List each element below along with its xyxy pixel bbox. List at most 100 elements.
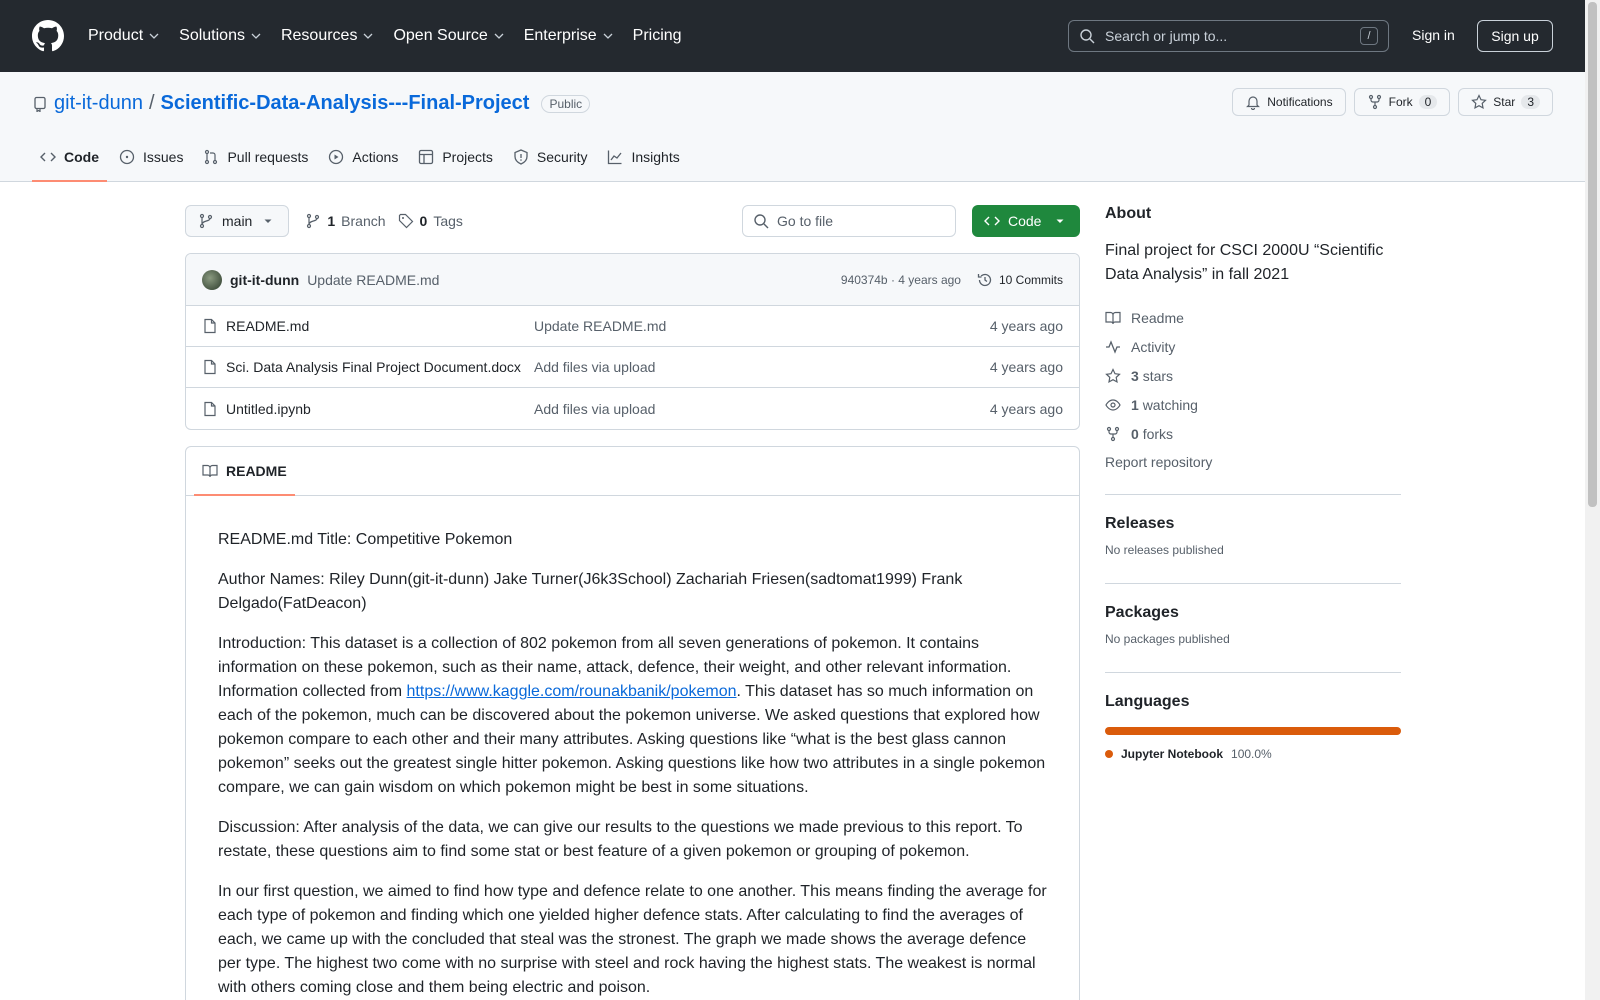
star-count: 3 [1521, 95, 1540, 109]
repo-owner-link[interactable]: git-it-dunn [54, 92, 143, 115]
nav-open-source[interactable]: Open Source [393, 27, 504, 45]
branch-selector[interactable]: main [185, 205, 290, 237]
play-circle-icon [329, 149, 344, 165]
divider [1105, 583, 1401, 584]
forks-link[interactable]: 0 forks [1105, 419, 1401, 448]
languages-heading: Languages [1105, 693, 1190, 710]
tab-insights[interactable]: Insights [599, 133, 687, 181]
tab-actions[interactable]: Actions [320, 133, 406, 181]
branch-icon [199, 213, 213, 229]
fork-icon [1106, 426, 1120, 441]
file-list: git-it-dunn Update README.md 940374b · 4… [185, 253, 1080, 430]
nav-enterprise[interactable]: Enterprise [524, 27, 613, 45]
report-repository-link[interactable]: Report repository [1105, 454, 1401, 470]
pull-request-icon [205, 149, 218, 165]
nav-solutions[interactable]: Solutions [179, 27, 261, 45]
avatar[interactable] [202, 269, 222, 290]
sign-in-link[interactable]: Sign in [1412, 27, 1455, 43]
nav-product[interactable]: Product [88, 27, 159, 45]
file-name-link[interactable]: Sci. Data Analysis Final Project Documen… [226, 359, 521, 375]
repo-title: git-it-dunn / Scientific-Data-Analysis--… [32, 92, 591, 115]
tab-code[interactable]: Code [32, 133, 107, 182]
tab-pull-requests[interactable]: Pull requests [195, 133, 316, 181]
releases-heading[interactable]: Releases [1105, 515, 1401, 533]
releases-empty-text: No releases published [1105, 543, 1224, 557]
global-header: Product Solutions Resources Open Source … [0, 0, 1585, 72]
activity-link[interactable]: Activity [1105, 332, 1401, 361]
readme-body: README.md Title: Competitive Pokemon Aut… [186, 496, 1079, 1000]
readme-link[interactable]: Readme [1105, 303, 1401, 332]
readme-tab[interactable]: README [194, 447, 295, 496]
latest-commit: git-it-dunn Update README.md 940374b · 4… [186, 254, 1079, 306]
branches-link[interactable]: 1 Branch [305, 213, 386, 229]
tags-link[interactable]: 0 Tags [398, 213, 463, 229]
readme-authors: Author Names: Riley Dunn(git-it-dunn) Ja… [218, 571, 963, 612]
eye-icon [1105, 398, 1121, 411]
packages-heading[interactable]: Packages [1105, 604, 1401, 622]
nav-pricing[interactable]: Pricing [633, 27, 682, 45]
stars-link[interactable]: 3 stars [1105, 361, 1401, 390]
book-icon [1105, 311, 1121, 324]
file-commit-message[interactable]: Add files via upload [534, 359, 990, 375]
readme-title: README.md Title: Competitive Pokemon [218, 531, 513, 548]
repo-icon [34, 96, 46, 112]
search-placeholder: Search or jump to... [1105, 28, 1228, 44]
kaggle-link[interactable]: https://www.kaggle.com/rounakbanik/pokem… [407, 683, 737, 700]
divider [1105, 494, 1401, 495]
file-commit-message[interactable]: Add files via upload [534, 401, 990, 417]
about-heading: About [1105, 205, 1152, 222]
repo-actions: Notifications Fork 0 Star 3 [1232, 88, 1553, 116]
repo-header: git-it-dunn / Scientific-Data-Analysis--… [0, 72, 1585, 182]
star-icon [1105, 367, 1121, 383]
visibility-badge: Public [541, 94, 591, 113]
divider [1105, 672, 1401, 673]
file-icon [204, 359, 216, 375]
pulse-icon [1106, 339, 1120, 354]
file-age: 4 years ago [989, 400, 1063, 417]
chevron-down-icon [494, 33, 504, 39]
page-scrollbar[interactable] [1585, 0, 1600, 1000]
scrollbar-thumb[interactable] [1588, 2, 1597, 507]
language-item[interactable]: Jupyter Notebook 100.0% [1105, 747, 1401, 761]
file-icon [204, 318, 216, 334]
global-search-input[interactable]: Search or jump to... / [1068, 20, 1389, 52]
chevron-down-icon [149, 33, 159, 39]
star-icon [1471, 94, 1488, 110]
global-nav: Product Solutions Resources Open Source … [88, 27, 682, 45]
sign-up-button[interactable]: Sign up [1477, 20, 1553, 52]
branch-name: main [222, 213, 253, 229]
file-name-link[interactable]: Untitled.ipynb [226, 401, 311, 417]
file-commit-message[interactable]: Update README.md [534, 318, 990, 334]
readme-introduction: Introduction: This dataset is a collecti… [218, 635, 1046, 796]
commits-link[interactable]: 10 Commits [977, 272, 1063, 288]
code-icon [40, 152, 56, 162]
fork-icon [1368, 94, 1381, 110]
repo-sidebar: About Final project for CSCI 2000U “Scie… [1105, 205, 1401, 761]
watching-link[interactable]: 1 watching [1105, 390, 1401, 419]
book-icon [202, 464, 218, 478]
nav-resources[interactable]: Resources [281, 27, 373, 45]
notifications-button[interactable]: Notifications [1232, 88, 1346, 116]
commit-author[interactable]: git-it-dunn [230, 272, 299, 288]
tab-issues[interactable]: Issues [111, 133, 191, 181]
readme-panel: README README.md Title: Competitive Poke… [185, 446, 1080, 1000]
star-button[interactable]: Star 3 [1458, 88, 1553, 116]
go-to-file-input[interactable]: Go to file [742, 205, 956, 237]
readme-discussion: Discussion: After analysis of the data, … [218, 819, 1023, 860]
tab-projects[interactable]: Projects [410, 133, 501, 181]
file-name-link[interactable]: README.md [226, 318, 309, 334]
commit-sha-age[interactable]: 940374b · 4 years ago [841, 273, 961, 287]
readme-header: README [186, 447, 1079, 496]
tab-security[interactable]: Security [505, 133, 596, 181]
code-icon [984, 216, 1000, 226]
commit-message[interactable]: Update README.md [307, 272, 439, 288]
repo-name-link[interactable]: Scientific-Data-Analysis---Final-Project [161, 92, 530, 115]
github-logo-icon[interactable] [32, 20, 64, 52]
about-description: Final project for CSCI 2000U “Scientific… [1105, 242, 1384, 283]
chevron-down-icon [363, 33, 373, 39]
history-icon [977, 273, 992, 286]
code-dropdown-button[interactable]: Code [972, 205, 1080, 237]
language-bar [1105, 727, 1401, 735]
table-row: Sci. Data Analysis Final Project Documen… [186, 347, 1079, 388]
fork-button[interactable]: Fork 0 [1353, 88, 1451, 116]
